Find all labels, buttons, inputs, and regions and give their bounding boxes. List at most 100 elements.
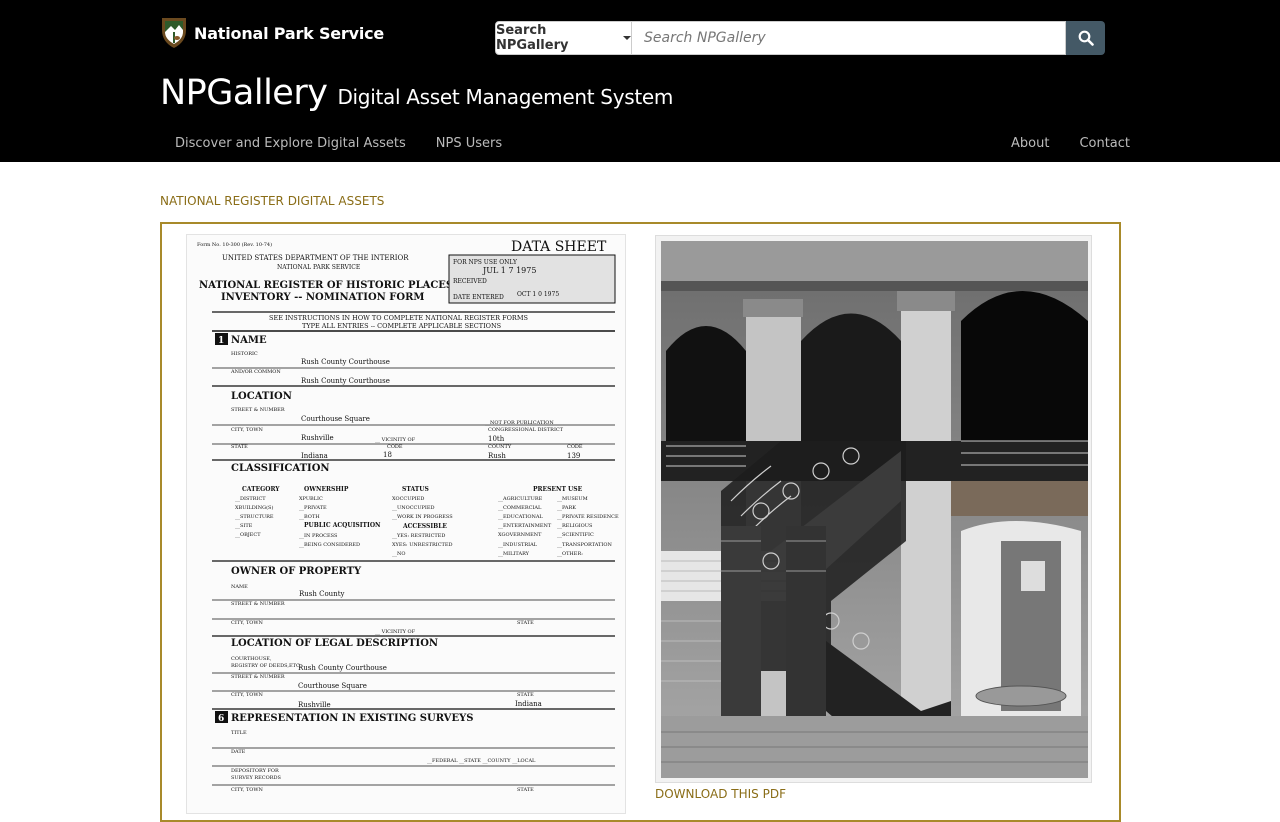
entered-date-stamp: OCT 1 0 1975 [517, 291, 559, 298]
section-1-number: 1 [218, 336, 224, 346]
owner-name-label: NAME [231, 584, 248, 590]
search-button[interactable] [1066, 21, 1105, 55]
legal-street-label: STREET & NUMBER [231, 674, 285, 680]
present-use-item: __MUSEUM [557, 496, 588, 502]
caret-down-icon [623, 36, 631, 40]
nav-discover-link[interactable]: Discover and Explore Digital Assets [175, 136, 406, 151]
city-value: Rushville [301, 434, 334, 442]
brand-title: NPGallery [160, 73, 328, 113]
ownership-item: XPUBLIC [299, 496, 323, 502]
ownership-item: __PRIVATE [299, 505, 327, 511]
state-code-label: CODE [387, 444, 403, 450]
nps-use-only-label: FOR NPS USE ONLY [453, 259, 518, 266]
street-value: Courthouse Square [301, 415, 370, 423]
present-use-item: __AGRICULTURE [498, 496, 543, 502]
section-3-title: CLASSIFICATION [231, 463, 330, 474]
state-code-value: 18 [383, 451, 392, 459]
owner-name-value: Rush County [299, 590, 345, 598]
vicinity-label: __ VICINITY OF [375, 437, 416, 443]
common-value: Rush County Courthouse [301, 377, 390, 385]
download-pdf-link[interactable]: DOWNLOAD THIS PDF [655, 787, 786, 801]
photo-preview[interactable] [655, 235, 1092, 783]
instructions-line1: SEE INSTRUCTIONS IN HOW TO COMPLETE NATI… [269, 314, 528, 322]
county-code-label: CODE [567, 444, 583, 450]
present-use-item: __SCIENTIFIC [557, 532, 594, 538]
form-title-line2: INVENTORY -- NOMINATION FORM [221, 292, 425, 303]
ownership-item: __BOTH [299, 514, 320, 520]
present-use-heading: PRESENT USE [533, 486, 583, 493]
owner-city-label: CITY, TOWN [231, 620, 264, 626]
search-input[interactable] [632, 21, 1066, 55]
depository-label-line1: DEPOSITORY FOR [231, 768, 279, 774]
present-use-item: __RELIGIOUS [557, 523, 593, 529]
form-title-line1: NATIONAL REGISTER OF HISTORIC PLACES [199, 280, 453, 291]
category-item: __SITE [235, 523, 253, 529]
county-label: COUNTY [488, 444, 512, 450]
service-line: NATIONAL PARK SERVICE [277, 264, 360, 271]
category-item: XBUILDING(S) [235, 504, 273, 511]
county-value: Rush [488, 452, 506, 460]
courthouse-label-line1: COURTHOUSE, [231, 656, 272, 662]
status-heading: STATUS [402, 486, 429, 493]
section-2-title: LOCATION [231, 391, 292, 402]
state-label: STATE [231, 444, 248, 450]
present-use-item: __ENTERTAINMENT [498, 523, 552, 529]
nav-nps-users-link[interactable]: NPS Users [436, 136, 502, 151]
nomination-form-preview[interactable]: Form No. 10-300 (Rev. 10-74) DATA SHEET … [186, 234, 626, 814]
owner-vicinity-label: __ VICINITY OF [375, 629, 416, 635]
accessible-heading: ACCESSIBLE [402, 523, 447, 530]
section-6-number: 6 [218, 714, 224, 724]
present-use-item: __PRIVATE RESIDENCE [557, 514, 619, 520]
present-use-item: __PARK [557, 505, 576, 511]
public-acquisition-heading: PUBLIC ACQUISITION [304, 522, 381, 529]
common-label: AND/OR COMMON [230, 369, 281, 375]
section-6-title: REPRESENTATION IN EXISTING SURVEYS [231, 713, 473, 724]
nps-logo-link[interactable]: National Park Service [160, 16, 384, 50]
survey-city-label: CITY, TOWN [231, 787, 264, 793]
section-4-title: OWNER OF PROPERTY [231, 566, 362, 577]
ownership-heading: OWNERSHIP [304, 486, 349, 493]
survey-levels: __FEDERAL __STATE __COUNTY __LOCAL [427, 758, 536, 764]
legal-street-value: Courthouse Square [298, 682, 367, 690]
county-code-value: 139 [567, 452, 580, 460]
present-use-item: __MILITARY [498, 551, 530, 557]
search-bar: Search NPGallery [495, 21, 1105, 55]
legal-city-value: Rushville [298, 701, 331, 709]
survey-title-label: TITLE [231, 730, 247, 736]
owner-state-label: STATE [517, 620, 534, 626]
search-scope-dropdown[interactable]: Search NPGallery [495, 21, 632, 55]
survey-date-label: DATE [231, 749, 246, 755]
accessible-item: __NO [392, 551, 405, 557]
present-use-item: __COMMERCIAL [498, 505, 542, 511]
present-use-item: __INDUSTRIAL [498, 542, 538, 548]
secondary-nav: About Contact [1011, 131, 1130, 155]
courthouse-interior-photo [661, 241, 1088, 778]
received-label: RECEIVED [453, 278, 487, 285]
department-line: UNITED STATES DEPARTMENT OF THE INTERIOR [222, 254, 409, 262]
congressional-district-label: CONGRESSIONAL DISTRICT [488, 427, 564, 433]
accessible-item: XYES: UNRESTRICTED [392, 542, 453, 548]
search-scope-label: Search NPGallery [496, 23, 569, 53]
legal-city-label: CITY, TOWN [231, 692, 264, 698]
street-label: STREET & NUMBER [231, 407, 285, 413]
depository-label-line2: SURVEY RECORDS [231, 775, 281, 781]
section-5-title: LOCATION OF LEGAL DESCRIPTION [231, 638, 438, 649]
historic-value: Rush County Courthouse [301, 358, 390, 366]
status-item: __WORK IN PROGRESS [392, 514, 453, 520]
status-item: __UNOCCUPIED [392, 505, 435, 511]
site-brand[interactable]: NPGallery Digital Asset Management Syste… [160, 73, 673, 113]
received-date-stamp: JUL 1 7 1975 [482, 266, 536, 275]
site-header: National Park Service Search NPGallery N… [0, 0, 1280, 162]
status-item: XOCCUPIED [392, 496, 424, 502]
form-number: Form No. 10-300 (Rev. 10-74) [197, 241, 272, 248]
search-icon [1078, 30, 1094, 46]
nav-contact-link[interactable]: Contact [1079, 136, 1130, 151]
present-use-item: __TRANSPORTATION [557, 542, 612, 548]
nav-about-link[interactable]: About [1011, 136, 1049, 151]
legal-state-value: Indiana [515, 700, 542, 708]
category-item: __OBJECT [235, 532, 261, 538]
entered-label: DATE ENTERED [453, 294, 504, 301]
instructions-line2: TYPE ALL ENTRIES -- COMPLETE APPLICABLE … [302, 322, 501, 330]
public-acquisition-item: __IN PROCESS [299, 533, 338, 539]
legal-state-label: STATE [517, 692, 534, 698]
